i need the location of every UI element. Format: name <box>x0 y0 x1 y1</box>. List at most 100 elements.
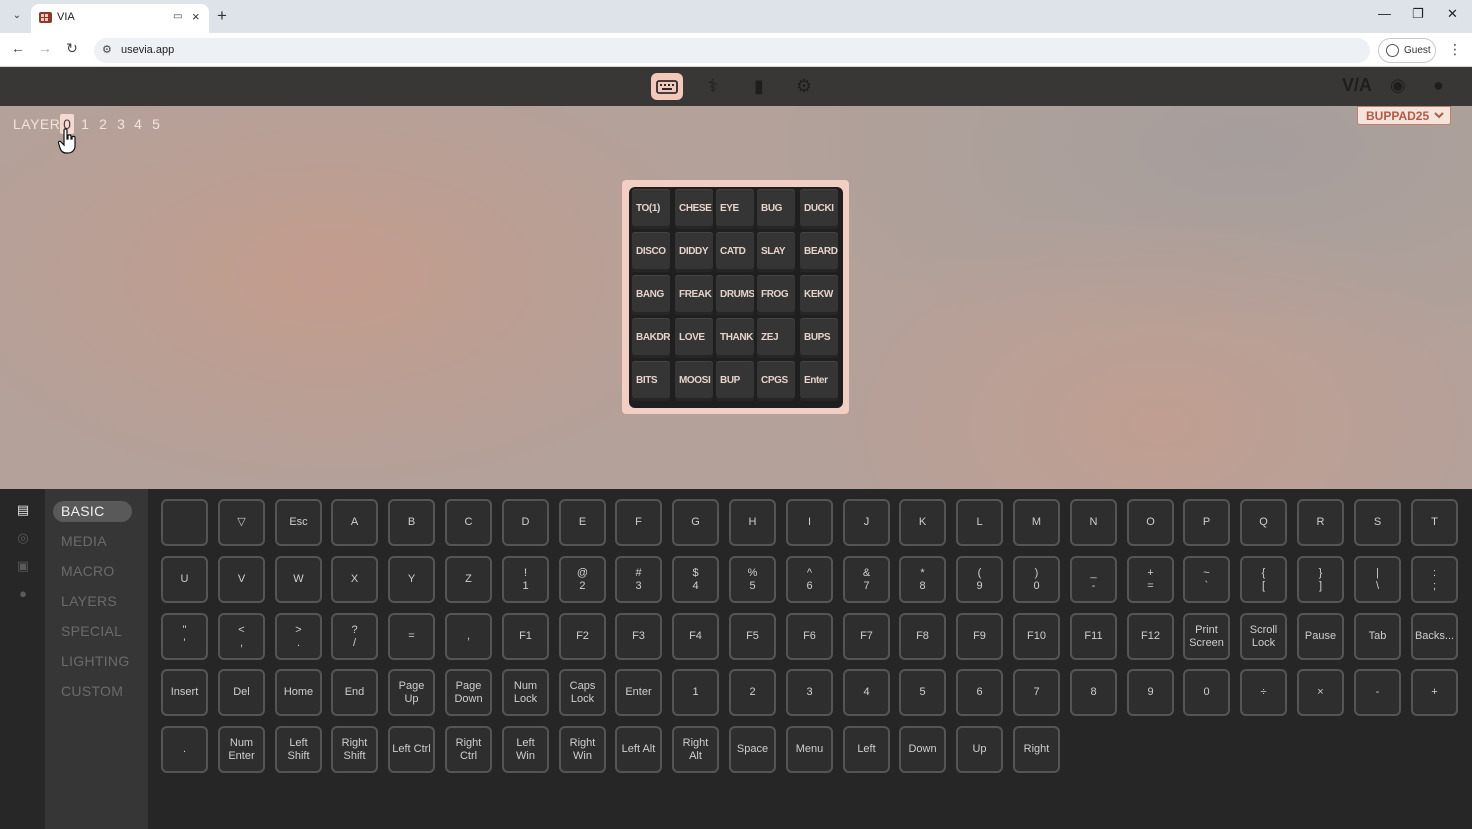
keyboard-key[interactable]: ZEJ <box>757 318 795 358</box>
keycode-button[interactable]: Right Shift <box>331 726 378 773</box>
profile-button[interactable]: Guest <box>1378 38 1436 63</box>
keyboard-key[interactable]: BUPS <box>800 318 838 358</box>
keycode-button[interactable]: % 5 <box>729 556 776 603</box>
keycode-button[interactable]: _ - <box>1070 556 1117 603</box>
keycode-button[interactable]: > . <box>275 613 322 660</box>
tab-search-icon[interactable]: ⌄ <box>8 7 26 25</box>
via-logo[interactable]: V/A <box>1342 75 1372 96</box>
keycode-button[interactable]: V <box>218 556 265 603</box>
cast-icon[interactable]: ▭ <box>173 11 182 22</box>
keycode-button[interactable]: F <box>615 499 662 546</box>
keycode-button[interactable]: " ' <box>161 613 208 660</box>
keycode-button[interactable]: Num Lock <box>502 669 549 716</box>
site-info-icon[interactable]: ⚙ <box>102 43 112 56</box>
layer-1-button[interactable]: 1 <box>78 114 92 134</box>
keycode-button[interactable]: Caps Lock <box>559 669 606 716</box>
keycode-button[interactable]: $ 4 <box>672 556 719 603</box>
keycode-button[interactable]: Num Enter <box>218 726 265 773</box>
keycode-button[interactable]: Menu <box>786 726 833 773</box>
layer-4-button[interactable]: 4 <box>131 114 145 134</box>
keyboard-key[interactable]: DUCKI <box>800 189 838 229</box>
keycode-button[interactable]: F2 <box>559 613 606 660</box>
keycode-button[interactable]: I <box>786 499 833 546</box>
keycode-button[interactable]: ^ 6 <box>786 556 833 603</box>
keycode-button[interactable]: 5 <box>899 669 946 716</box>
menu-item-layers[interactable]: LAYERS <box>53 591 132 612</box>
keyboard-key[interactable]: BUP <box>716 361 754 401</box>
keycode-button[interactable]: Left <box>843 726 890 773</box>
keycode-button[interactable]: Esc <box>275 499 322 546</box>
keycode-button[interactable]: Left Win <box>502 726 549 773</box>
keycode-button[interactable]: Z <box>445 556 492 603</box>
menu-item-special[interactable]: SPECIAL <box>53 621 132 642</box>
keycode-button[interactable]: 0 <box>1183 669 1230 716</box>
keycode-button[interactable]: Insert <box>161 669 208 716</box>
keycode-button[interactable]: # 3 <box>615 556 662 603</box>
forward-icon[interactable]: → <box>36 40 54 56</box>
reload-icon[interactable]: ↻ <box>63 40 81 57</box>
keycode-button[interactable]: Left Shift <box>275 726 322 773</box>
discord-icon[interactable]: ◉ <box>1390 75 1406 96</box>
keycode-button[interactable]: 4 <box>843 669 890 716</box>
device-select[interactable]: BUPPAD25 <box>1357 106 1451 125</box>
github-icon[interactable]: ● <box>1433 75 1444 96</box>
close-tab-icon[interactable]: × <box>192 9 200 24</box>
keyboard-key[interactable]: MOOSI <box>675 361 713 401</box>
keycode-button[interactable]: F5 <box>729 613 776 660</box>
keycode-button[interactable]: F8 <box>899 613 946 660</box>
save-icon[interactable]: ▣ <box>15 558 31 574</box>
keycode-button[interactable]: C <box>445 499 492 546</box>
keycode-button[interactable]: @ 2 <box>559 556 606 603</box>
bulb-icon[interactable]: ● <box>15 586 31 602</box>
keyboard-key[interactable]: BANG <box>632 275 670 315</box>
new-tab-button[interactable]: + <box>217 6 227 26</box>
keyboard-key[interactable]: FREAK <box>675 275 713 315</box>
keycode-button[interactable]: B <box>388 499 435 546</box>
keycode-button[interactable]: Up <box>956 726 1003 773</box>
close-window-icon[interactable]: ✕ <box>1447 6 1458 22</box>
keyboard-icon[interactable] <box>651 73 683 100</box>
keycode-button[interactable]: ? / <box>331 613 378 660</box>
keycode-button[interactable]: ) 0 <box>1013 556 1060 603</box>
keyboard-key[interactable]: THANK <box>716 318 754 358</box>
menu-item-basic[interactable]: BASIC <box>53 501 132 522</box>
keyboard-key[interactable]: DIDDY <box>675 232 713 272</box>
keyboard-key[interactable]: LOVE <box>675 318 713 358</box>
keycode-button[interactable]: E <box>559 499 606 546</box>
keyboard-key[interactable]: DRUMS <box>716 275 754 315</box>
keycode-button[interactable]: 9 <box>1127 669 1174 716</box>
menu-item-media[interactable]: MEDIA <box>53 531 132 552</box>
keycode-button[interactable]: H <box>729 499 776 546</box>
url-field[interactable]: ⚙ usevia.app <box>94 38 1370 63</box>
keycode-button[interactable]: < , <box>218 613 265 660</box>
keycode-button[interactable]: Right Ctrl <box>445 726 492 773</box>
keyboard-key[interactable]: KEKW <box>800 275 838 315</box>
keycode-button[interactable]: , <box>445 613 492 660</box>
keycode-button[interactable]: × <box>1297 669 1344 716</box>
url-text[interactable]: usevia.app <box>121 44 174 56</box>
keyboard-key[interactable]: BAKDR <box>632 318 670 358</box>
keycode-button[interactable]: Tab <box>1354 613 1401 660</box>
keycode-button[interactable]: - <box>1354 669 1401 716</box>
keycode-button[interactable]: U <box>161 556 208 603</box>
keycode-button[interactable]: M <box>1013 499 1060 546</box>
keycode-button[interactable]: J <box>843 499 890 546</box>
keycode-button[interactable]: + <box>1411 669 1458 716</box>
keycode-button[interactable]: F6 <box>786 613 833 660</box>
keycode-button[interactable]: Left Alt <box>615 726 662 773</box>
keycode-button[interactable] <box>161 499 208 546</box>
keycode-button[interactable]: Pause <box>1297 613 1344 660</box>
keycode-button[interactable]: Q <box>1240 499 1287 546</box>
keycode-button[interactable]: + = <box>1127 556 1174 603</box>
minimize-icon[interactable]: — <box>1378 6 1391 21</box>
layer-5-button[interactable]: 5 <box>149 114 163 134</box>
menu-item-custom[interactable]: CUSTOM <box>53 681 132 702</box>
back-icon[interactable]: ← <box>9 40 27 56</box>
keycode-button[interactable]: D <box>502 499 549 546</box>
keycode-button[interactable]: Page Up <box>388 669 435 716</box>
keyboard-key[interactable]: CPGS <box>757 361 795 401</box>
menu-item-lighting[interactable]: LIGHTING <box>53 651 132 672</box>
keycode-button[interactable]: Left Ctrl <box>388 726 435 773</box>
keycode-button[interactable]: Print Screen <box>1183 613 1230 660</box>
keycode-button[interactable]: End <box>331 669 378 716</box>
